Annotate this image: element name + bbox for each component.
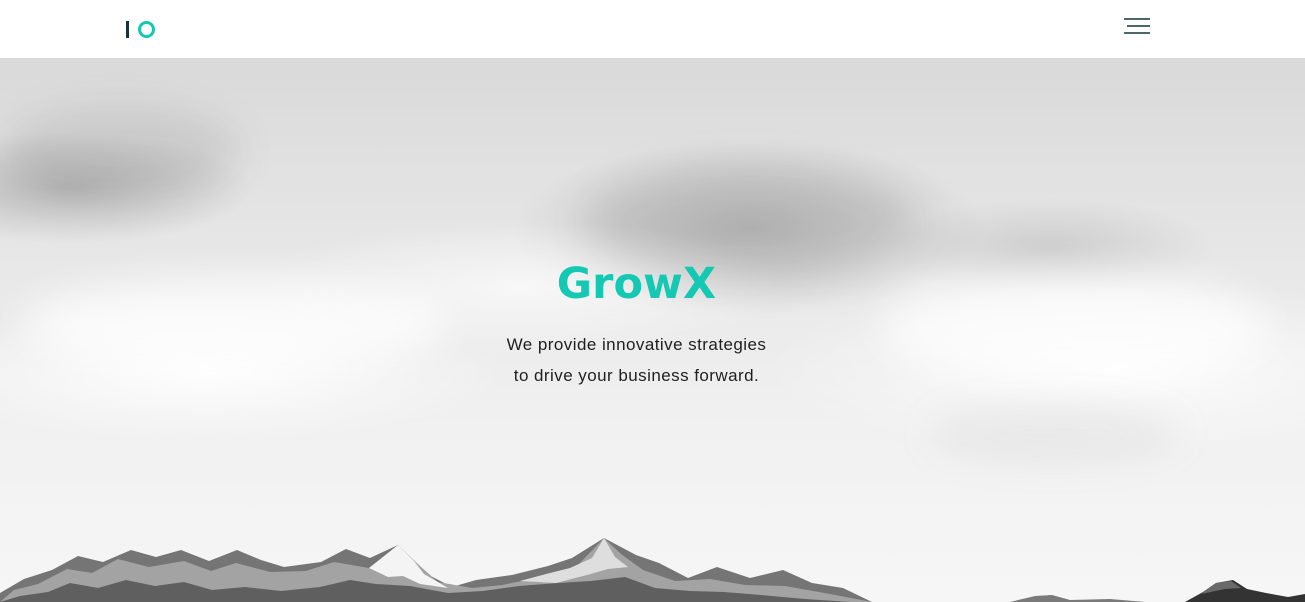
hero-section: GrowX We provide innovative strategies t… — [0, 58, 1305, 602]
hamburger-menu-icon — [1124, 18, 1150, 34]
hero-description: We provide innovative strategies to driv… — [0, 329, 1305, 391]
io-logo-icon — [126, 21, 155, 38]
hero-description-line-2: to drive your business forward. — [513, 366, 760, 385]
mountain-range — [0, 520, 1305, 602]
hero-content: GrowX We provide innovative strategies t… — [0, 256, 1305, 391]
site-logo[interactable] — [125, 19, 157, 41]
hero-title: GrowX — [556, 259, 717, 309]
mountain-illustration — [0, 538, 1305, 602]
menu-button[interactable] — [1120, 15, 1154, 39]
landing-page: GrowX We provide innovative strategies t… — [0, 0, 1305, 602]
cloud-shadow — [930, 408, 1180, 458]
hero-description-line-1: We provide innovative strategies — [506, 335, 767, 354]
cloud-shadow — [0, 108, 240, 193]
top-navbar — [0, 0, 1305, 58]
